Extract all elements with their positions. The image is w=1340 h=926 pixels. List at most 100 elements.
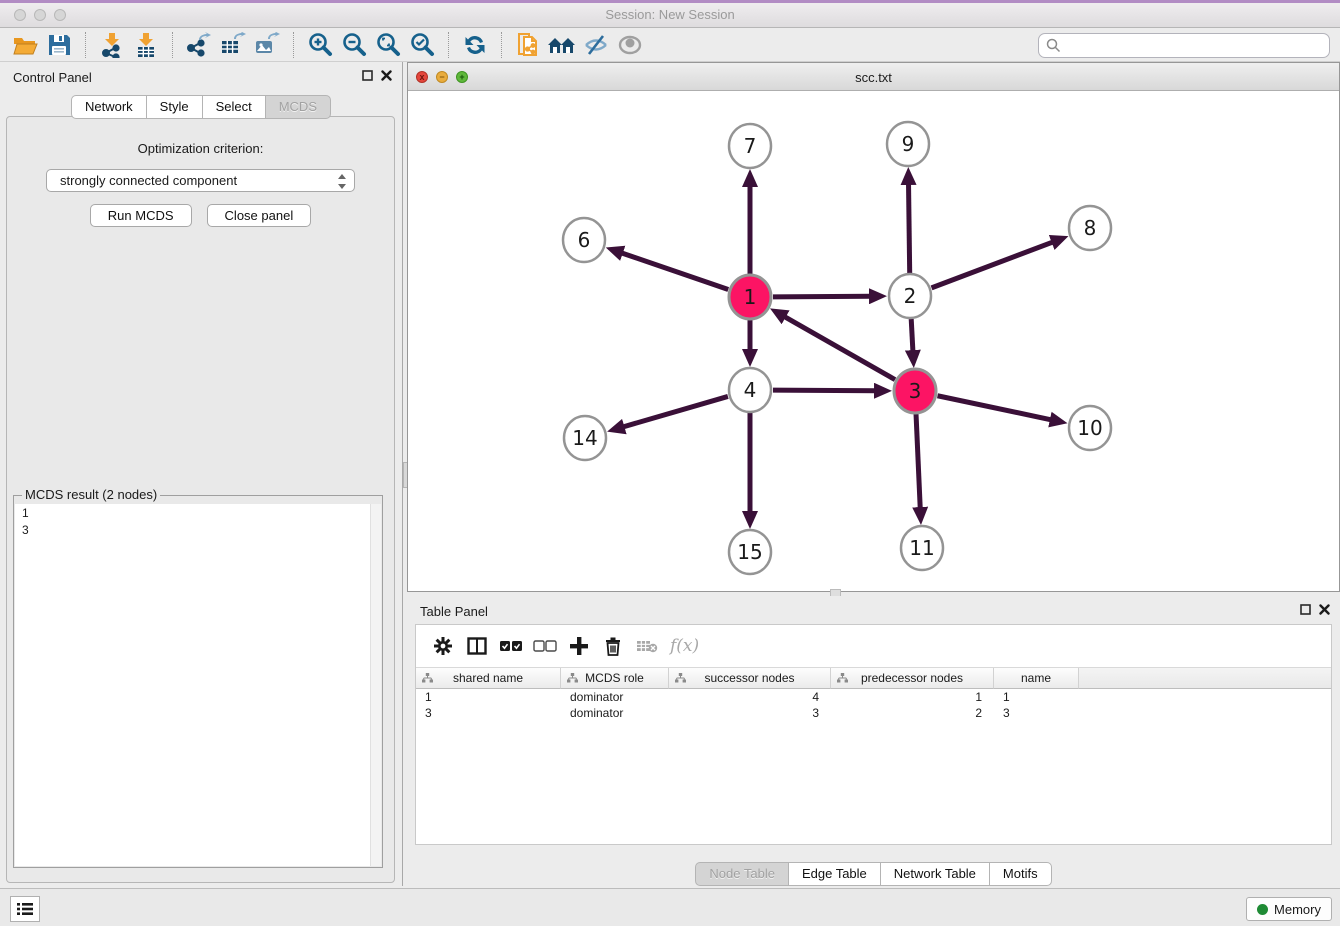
graph-node-9[interactable]: 9 [887,122,929,166]
export-network-icon[interactable] [182,31,216,59]
control-panel: Control Panel NetworkStyleSelectMCDS Opt… [0,62,402,886]
tab-mcds[interactable]: MCDS [265,95,331,119]
graph-edge-4-3[interactable] [773,390,877,391]
column-header-predecessor-nodes[interactable]: predecessor nodes [831,668,994,689]
app-titlebar: Session: New Session [0,0,1340,28]
window-top-edge [0,0,1340,3]
table-settings-icon[interactable] [428,632,458,660]
column-header-shared-name[interactable]: shared name [416,668,561,689]
zoom-selected-icon[interactable] [405,31,439,59]
hide-selected-icon[interactable] [579,31,613,59]
export-table-icon[interactable] [216,31,250,59]
tab-style[interactable]: Style [146,95,203,119]
export-image-icon[interactable] [250,31,284,59]
table-tab-edge-table[interactable]: Edge Table [788,862,881,886]
show-all-icon[interactable] [613,31,647,59]
table-tab-network-table[interactable]: Network Table [880,862,990,886]
graph-node-3[interactable]: 3 [894,369,936,413]
graph-edge-2-3[interactable] [911,319,913,353]
add-column-icon[interactable] [564,632,594,660]
tab-network[interactable]: Network [71,95,147,119]
table-row[interactable]: 1dominator411 [416,689,1331,705]
float-panel-icon[interactable] [1300,604,1311,615]
graph-edge-3-1[interactable] [783,316,895,380]
memory-status-icon [1257,904,1268,915]
save-session-icon[interactable] [42,31,76,59]
table-cell[interactable]: dominator [561,689,669,705]
table-tab-node-table[interactable]: Node Table [695,862,789,886]
window-title: Session: New Session [0,7,1340,22]
graph-node-14[interactable]: 14 [564,416,606,460]
delete-column-icon[interactable] [598,632,628,660]
memory-button[interactable]: Memory [1246,897,1332,921]
table-cell[interactable]: 3 [994,705,1079,721]
toolbar-separator [448,32,449,58]
graph-edge-2-8[interactable] [932,241,1055,287]
mcds-result-title: MCDS result (2 nodes) [22,487,160,502]
graph-node-2[interactable]: 2 [889,274,931,318]
mcds-result-item[interactable]: 3 [15,521,381,538]
float-panel-icon[interactable] [362,70,373,81]
column-header-name[interactable]: name [994,668,1079,689]
table-cell[interactable]: dominator [561,705,669,721]
close-panel-button[interactable]: Close panel [207,204,312,227]
table-tab-motifs[interactable]: Motifs [989,862,1052,886]
function-builder-icon[interactable]: f(x) [666,636,703,656]
zoom-in-icon[interactable] [303,31,337,59]
graph-node-15[interactable]: 15 [729,530,771,574]
apply-layout-icon[interactable] [458,31,492,59]
graph-edge-2-9[interactable] [909,182,910,273]
table-row[interactable]: 3dominator323 [416,705,1331,721]
import-network-icon[interactable] [95,31,129,59]
table-cell[interactable]: 1 [994,689,1079,705]
svg-text:7: 7 [744,134,757,158]
clone-network-icon[interactable] [511,31,545,59]
graph-edge-1-6[interactable] [620,252,728,289]
table-cell[interactable]: 1 [831,689,994,705]
graph-edge-1-2[interactable] [773,296,872,297]
run-mcds-button[interactable]: Run MCDS [90,204,192,227]
delete-table-icon[interactable] [632,632,662,660]
graph-node-8[interactable]: 8 [1069,206,1111,250]
graph-node-6[interactable]: 6 [563,218,605,262]
table-panel-header: Table Panel [407,596,1340,626]
column-header-successor-nodes[interactable]: successor nodes [669,668,831,689]
graph-node-11[interactable]: 11 [901,526,943,570]
task-history-button[interactable] [10,896,40,922]
table-toolbar: f(x) [416,625,1331,667]
close-panel-icon[interactable] [1319,604,1330,615]
close-panel-icon[interactable] [381,70,392,81]
first-neighbors-icon[interactable] [545,31,579,59]
zoom-out-icon[interactable] [337,31,371,59]
search-field[interactable] [1038,33,1330,58]
toolbar-separator [172,32,173,58]
network-canvas[interactable]: 7 9 6 8 1 2 4 3 14 10 15 11 [408,91,1339,591]
select-all-icon[interactable] [496,632,526,660]
table-cell[interactable]: 1 [416,689,561,705]
open-session-icon[interactable] [8,31,42,59]
show-columns-icon[interactable] [462,632,492,660]
mcds-result-item[interactable]: 1 [15,504,381,521]
table-cell[interactable]: 3 [416,705,561,721]
mcds-result-list[interactable]: 13 [15,504,381,866]
graph-node-4[interactable]: 4 [729,368,771,412]
import-table-icon[interactable] [129,31,163,59]
graph-node-1[interactable]: 1 [729,275,771,319]
network-window-titlebar[interactable]: x − + scc.txt [408,63,1339,91]
graph-node-7[interactable]: 7 [729,124,771,168]
table-cell[interactable]: 3 [669,705,831,721]
optimization-criterion-dropdown[interactable]: strongly connected component [46,169,355,192]
graph-edge-4-14[interactable] [621,396,727,427]
column-header-MCDS-role[interactable]: MCDS role [561,668,669,689]
graph-node-10[interactable]: 10 [1069,406,1111,450]
table-cell[interactable]: 2 [831,705,994,721]
deselect-all-icon[interactable] [530,632,560,660]
svg-text:4: 4 [744,378,757,402]
graph-edge-3-10[interactable] [938,396,1053,420]
graph-edge-3-11[interactable] [916,414,920,510]
table-cell[interactable]: 4 [669,689,831,705]
tab-select[interactable]: Select [202,95,266,119]
scrollbar-track[interactable] [370,504,381,866]
zoom-fit-icon[interactable] [371,31,405,59]
search-input[interactable] [1066,36,1329,56]
